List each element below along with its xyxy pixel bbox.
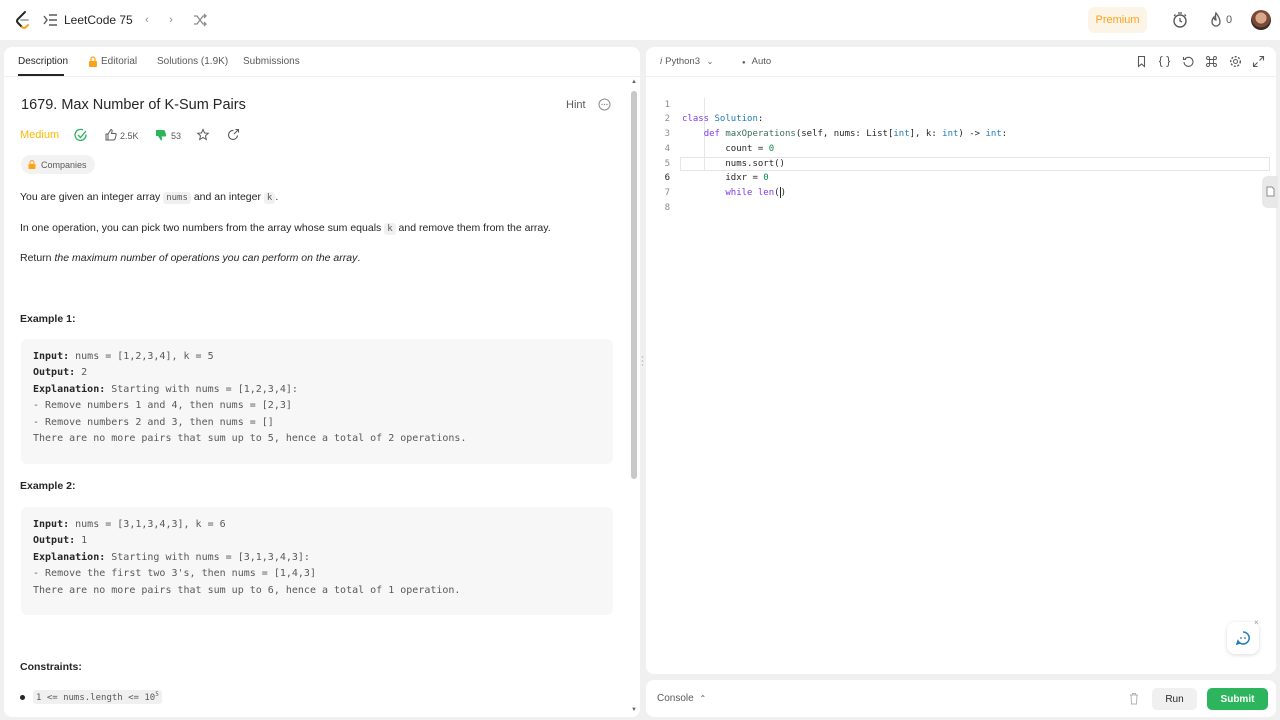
document-icon: [1266, 186, 1275, 197]
companies-label: Companies: [41, 159, 87, 170]
description-panel: Description Editorial Solutions (1.9K) S…: [4, 47, 640, 717]
submit-button[interactable]: Submit: [1207, 688, 1268, 710]
tab-solutions[interactable]: Solutions (1.9K): [157, 56, 228, 67]
leetcode-logo-icon[interactable]: [14, 10, 32, 30]
fullscreen-icon[interactable]: [1252, 55, 1265, 68]
chat-bubble-icon: [1235, 631, 1250, 646]
tab-description[interactable]: Description: [18, 56, 68, 67]
likes-count: 2.5K: [120, 131, 139, 141]
example-1-title: Example 1:: [20, 313, 76, 325]
shortcuts-icon[interactable]: [1205, 55, 1218, 68]
info-icon: i: [660, 56, 663, 67]
side-drawer-tab[interactable]: [1262, 176, 1278, 208]
premium-button[interactable]: Premium: [1088, 7, 1147, 33]
description-paragraph-1: You are given an integer array nums and …: [20, 191, 279, 204]
more-options-icon[interactable]: [598, 98, 611, 111]
problem-title: 1679. Max Number of K-Sum Pairs: [21, 97, 246, 113]
trash-icon[interactable]: [1128, 692, 1140, 705]
bullet: [20, 694, 25, 700]
thumbs-up-icon[interactable]: [104, 128, 118, 142]
settings-gear-icon[interactable]: [1229, 55, 1242, 68]
next-problem-button[interactable]: ›: [162, 11, 180, 29]
tab-editorial[interactable]: Editorial: [101, 56, 137, 67]
run-button[interactable]: Run: [1152, 688, 1197, 710]
constraints-title: Constraints:: [20, 661, 82, 673]
dislikes-count: 53: [171, 131, 182, 141]
top-navbar: LeetCode 75 ‹ › Premium 0: [0, 0, 1280, 40]
lock-small-icon: ●: [742, 60, 746, 66]
close-icon[interactable]: ×: [1254, 618, 1259, 627]
thumbs-down-icon[interactable]: [154, 128, 168, 142]
study-plan-title[interactable]: LeetCode 75: [64, 13, 133, 27]
code-line: 3 count = 0: [664, 129, 775, 154]
hint-button[interactable]: Hint: [566, 99, 586, 111]
chevron-up-icon: ⌃: [699, 694, 707, 703]
code-line: 6 while len(): [664, 173, 786, 198]
code-line: 2 def maxOperations(self, nums: List[int…: [664, 114, 1008, 140]
description-paragraph-2: In one operation, you can pick two numbe…: [20, 222, 551, 235]
reset-icon[interactable]: [1182, 55, 1195, 68]
lock-icon: [89, 56, 97, 67]
code-line: 8: [664, 202, 670, 213]
mode-select[interactable]: ● Auto: [742, 56, 771, 67]
example-1-box: Input: nums = [1,2,3,4], k = 5 Output: 2…: [21, 339, 613, 464]
bookmark-icon[interactable]: [1135, 55, 1148, 68]
example-2-box: Input: nums = [3,1,3,4,3], k = 6 Output:…: [21, 507, 613, 615]
lock-icon: [28, 160, 36, 169]
chevron-down-icon: ⌄: [706, 57, 714, 66]
solved-check-icon: [74, 128, 87, 142]
code-editor-panel: i Python3 ⌄ ● Auto 1 class Solution: 2 d…: [646, 47, 1276, 674]
console-bar: Console ⌃ Run Submit: [646, 680, 1276, 717]
format-code-icon[interactable]: [1158, 55, 1171, 68]
console-toggle[interactable]: Console ⌃: [657, 693, 706, 704]
streak-flame-icon[interactable]: [1207, 11, 1225, 29]
scroll-thumb[interactable]: [631, 91, 637, 479]
tab-submissions[interactable]: Submissions: [243, 56, 300, 67]
chevron-right-icon: ›: [169, 14, 173, 26]
prev-problem-button[interactable]: ‹: [138, 11, 156, 29]
companies-tag[interactable]: Companies: [21, 155, 95, 174]
language-select[interactable]: i Python3 ⌄: [660, 56, 713, 67]
scroll-down-icon[interactable]: ▼: [630, 707, 638, 715]
constraint-item: 1 <= nums.length <= 105: [20, 690, 162, 704]
timer-icon[interactable]: [1171, 11, 1189, 29]
active-tab-indicator: [18, 74, 64, 76]
code-line: 7: [664, 187, 670, 198]
chevron-left-icon: ‹: [145, 14, 149, 26]
star-icon[interactable]: [196, 128, 210, 142]
description-paragraph-3: Return the maximum number of operations …: [20, 252, 361, 264]
scroll-up-icon[interactable]: ▲: [630, 79, 638, 87]
code-editor[interactable]: 1 class Solution: 2 def maxOperations(se…: [646, 83, 1276, 673]
description-scrollbar[interactable]: ▲ ▼: [630, 77, 638, 717]
difficulty-badge: Medium: [20, 129, 60, 141]
code-line: 5 idxr = 0: [664, 158, 769, 184]
streak-count: 0: [1226, 14, 1233, 26]
shuffle-icon[interactable]: [191, 11, 209, 29]
editor-toolbar: i Python3 ⌄ ● Auto: [646, 47, 1276, 77]
problem-list-icon[interactable]: [42, 12, 58, 28]
code-line: 4 nums.sort(): [664, 143, 785, 169]
code-line: 1 class Solution:: [664, 99, 764, 125]
panel-resize-handle[interactable]: [641, 355, 644, 367]
share-icon[interactable]: [226, 128, 240, 142]
description-tabs: Description Editorial Solutions (1.9K) S…: [4, 47, 640, 77]
avatar[interactable]: [1251, 10, 1271, 30]
example-2-title: Example 2:: [20, 480, 76, 492]
